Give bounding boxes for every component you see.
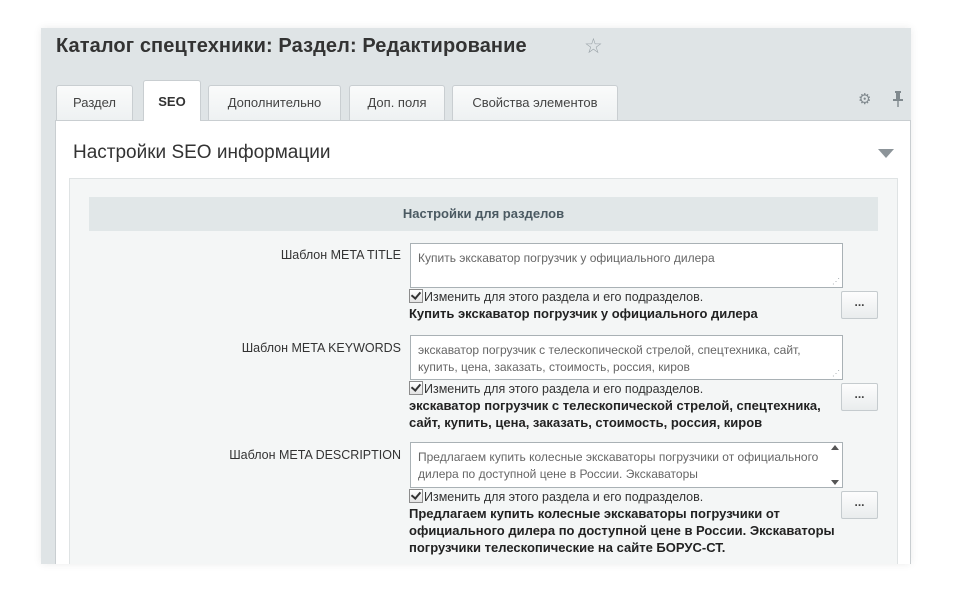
- meta-keywords-input[interactable]: экскаватор погрузчик с телескопической с…: [410, 335, 843, 380]
- scrollbar[interactable]: [830, 445, 840, 485]
- tab-section[interactable]: Раздел: [56, 85, 133, 120]
- star-outline-icon[interactable]: ☆: [584, 35, 603, 59]
- checkbox-checked-icon[interactable]: [409, 381, 423, 395]
- section-title: Настройки SEO информации: [73, 142, 331, 163]
- meta-description-checkbox[interactable]: Изменить для этого раздела и его подразд…: [409, 489, 703, 504]
- triangle-down-icon[interactable]: [878, 149, 894, 158]
- meta-keywords-checkbox-label: Изменить для этого раздела и его подразд…: [424, 382, 704, 396]
- meta-description-checkbox-label: Изменить для этого раздела и его подразд…: [424, 490, 704, 504]
- meta-title-input[interactable]: Купить экскаватор погрузчик у официально…: [410, 243, 843, 288]
- edit-window: Каталог спецтехники: Раздел: Редактирова…: [41, 28, 911, 564]
- seo-panel: Настройки SEO информации Настройки для р…: [55, 120, 911, 564]
- gear-icon[interactable]: ⚙: [858, 92, 871, 108]
- meta-keywords-checkbox[interactable]: Изменить для этого раздела и его подразд…: [409, 381, 703, 396]
- subsection-header: Настройки для разделов: [89, 197, 878, 231]
- scroll-up-icon[interactable]: [831, 445, 839, 450]
- tab-element-properties[interactable]: Свойства элементов: [452, 85, 618, 120]
- meta-description-label: Шаблон META DESCRIPTION: [229, 448, 401, 462]
- meta-title-value: Купить экскаватор погрузчик у официально…: [418, 251, 715, 265]
- meta-title-label: Шаблон META TITLE: [280, 248, 401, 262]
- tab-seo[interactable]: SEO: [143, 80, 201, 121]
- meta-title-checkbox[interactable]: Изменить для этого раздела и его подразд…: [409, 289, 703, 304]
- meta-keywords-label: Шаблон META KEYWORDS: [241, 341, 401, 355]
- page-title: Каталог спецтехники: Раздел: Редактирова…: [56, 35, 527, 57]
- tab-extra-fields[interactable]: Доп. поля: [349, 85, 445, 120]
- resize-grip-icon[interactable]: ⋰: [832, 278, 840, 286]
- meta-title-checkbox-label: Изменить для этого раздела и его подразд…: [424, 290, 704, 304]
- checkbox-checked-icon[interactable]: [409, 489, 423, 503]
- meta-title-preview: Купить экскаватор погрузчик у официально…: [409, 306, 758, 321]
- meta-title-options-button[interactable]: ...: [841, 291, 878, 319]
- pin-icon[interactable]: [891, 90, 905, 108]
- checkbox-checked-icon[interactable]: [409, 289, 423, 303]
- meta-description-options-button[interactable]: ...: [841, 491, 878, 519]
- tab-additional[interactable]: Дополнительно: [208, 85, 341, 120]
- meta-keywords-value: экскаватор погрузчик с телескопической с…: [418, 343, 801, 374]
- meta-description-input[interactable]: Предлагаем купить колесные экскаваторы п…: [410, 442, 843, 488]
- resize-grip-icon[interactable]: ⋰: [832, 370, 840, 378]
- meta-keywords-options-button[interactable]: ...: [841, 383, 878, 411]
- settings-container: Настройки для разделов Шаблон META TITLE…: [69, 178, 898, 564]
- meta-keywords-preview: экскаватор погрузчик с телескопической с…: [409, 398, 821, 430]
- scroll-down-icon[interactable]: [831, 480, 839, 485]
- meta-description-preview: Предлагаем купить колесные экскаваторы п…: [409, 506, 835, 555]
- meta-description-value: Предлагаем купить колесные экскаваторы п…: [418, 450, 819, 481]
